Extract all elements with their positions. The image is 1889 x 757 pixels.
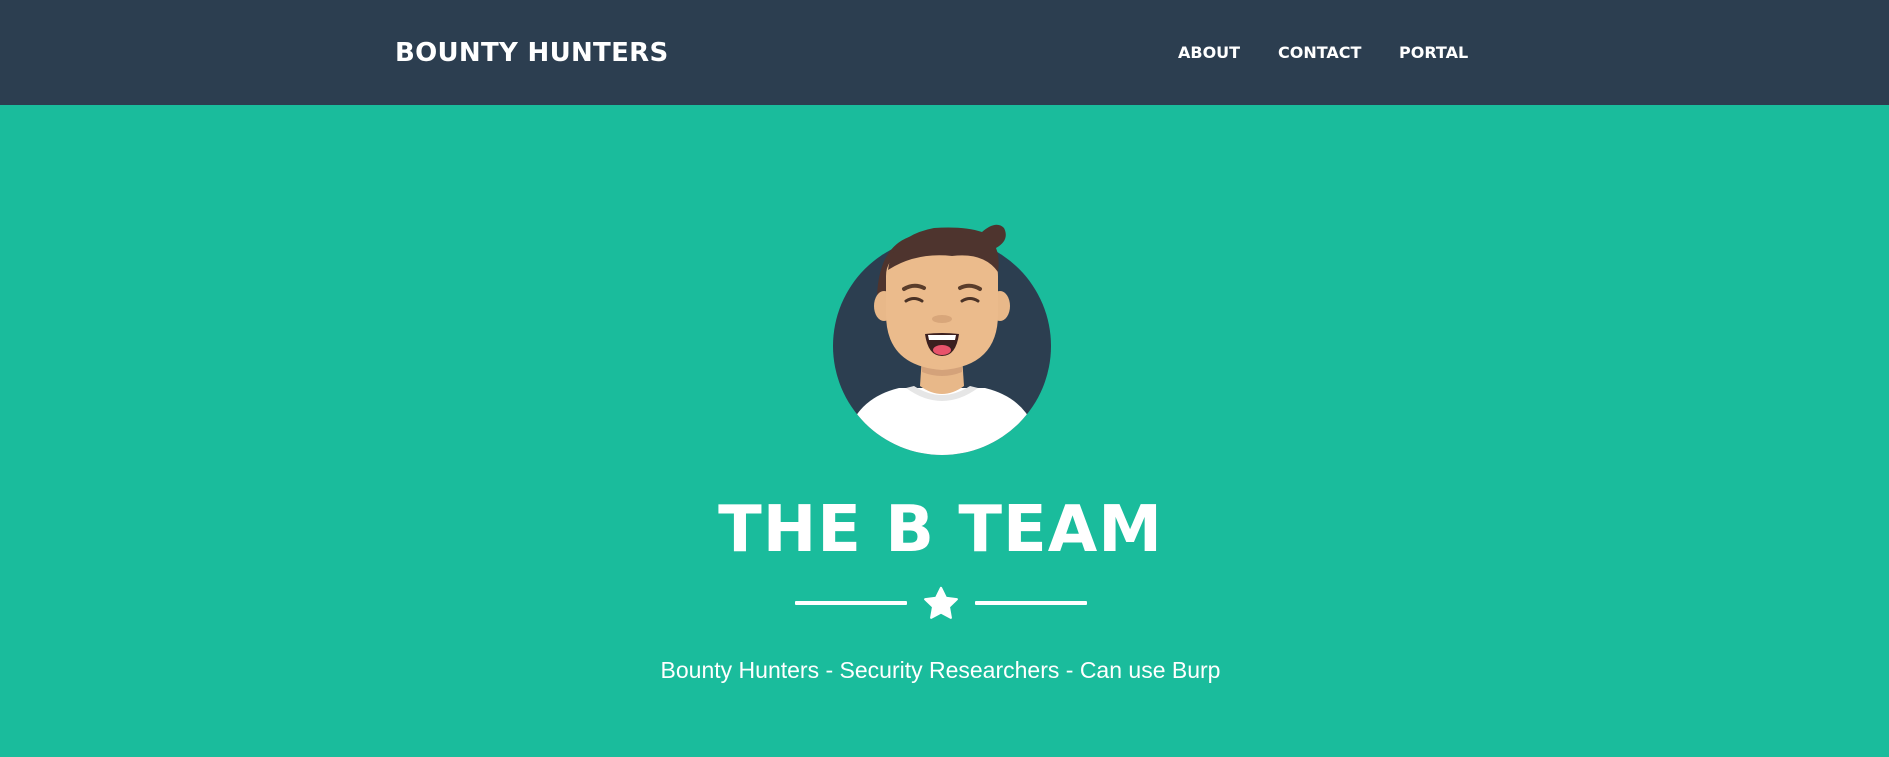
page-title: THE B TEAM: [718, 493, 1163, 567]
star-icon: [924, 586, 958, 619]
divider-line-right: [975, 601, 1087, 605]
nav-item-contact[interactable]: CONTACT: [1278, 44, 1361, 62]
nav-item-about[interactable]: ABOUT: [1178, 44, 1240, 62]
hero-subtitle: Bounty Hunters - Security Researchers - …: [660, 657, 1221, 683]
navbar: BOUNTY HUNTERS ABOUT CONTACT PORTAL: [0, 0, 1889, 105]
brand-link[interactable]: BOUNTY HUNTERS: [395, 38, 668, 68]
nav-item-portal[interactable]: PORTAL: [1399, 44, 1468, 62]
smiling-person-avatar-icon: [833, 224, 1051, 455]
divider-line-left: [795, 601, 907, 605]
